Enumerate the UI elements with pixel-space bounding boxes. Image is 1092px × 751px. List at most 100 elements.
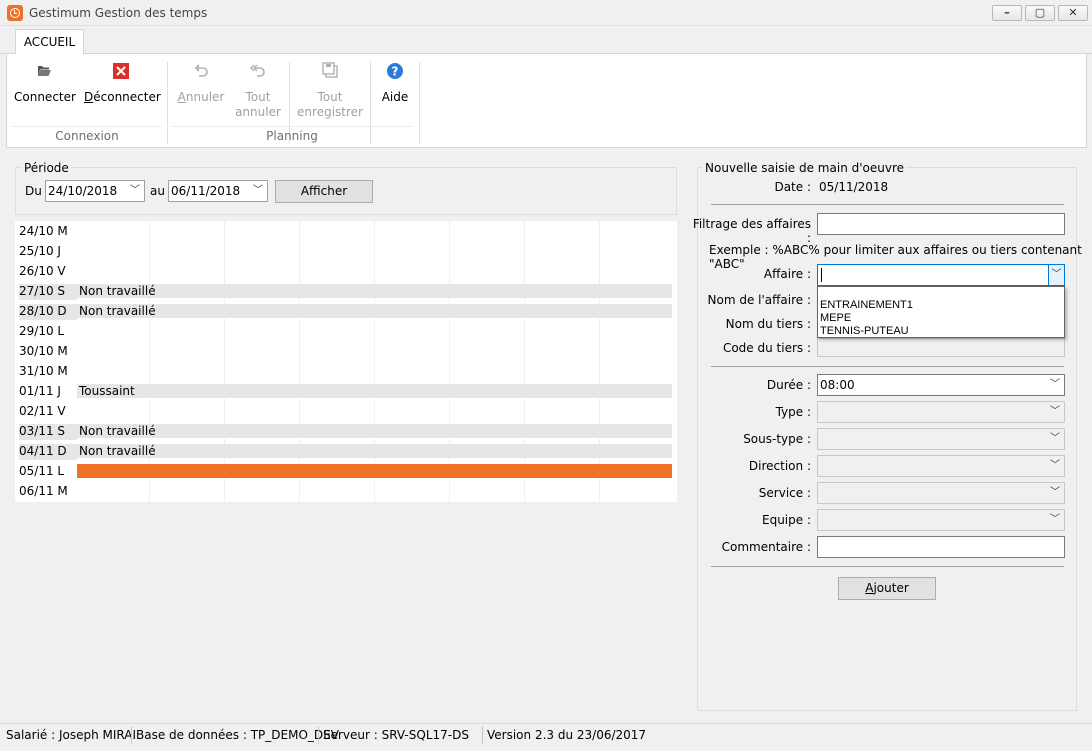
grid-row[interactable]: 06/11 M (15, 481, 677, 501)
type-label: Type : (775, 405, 811, 419)
code-tiers-label: Code du tiers : (722, 341, 811, 355)
group-label-connexion: Connexion (55, 129, 119, 143)
grid-row[interactable]: 27/10 S Non travaillé (15, 281, 677, 301)
commentaire-input[interactable] (817, 536, 1065, 558)
direction-select[interactable]: ﹀ (817, 455, 1065, 477)
aide-label: Aide (381, 90, 409, 104)
grid-row[interactable]: 30/10 M (15, 341, 677, 361)
tab-accueil[interactable]: ACCUEIL (15, 29, 84, 55)
chevron-down-icon[interactable]: ﹀ (1050, 456, 1060, 476)
folder-open-icon (35, 62, 53, 80)
grid-row[interactable]: 31/10 M (15, 361, 677, 381)
group-line-planning (172, 126, 412, 127)
separator (711, 366, 1064, 367)
service-label: Service : (758, 486, 811, 500)
row-date: 06/11 M (19, 484, 68, 498)
ajouter-button[interactable]: Ajouter (838, 577, 936, 600)
row-date: 27/10 S (19, 284, 77, 300)
status-separator (131, 726, 132, 744)
duree-select[interactable]: 08:00 ﹀ (817, 374, 1065, 396)
chevron-down-icon[interactable]: ﹀ (253, 181, 263, 201)
chevron-down-icon[interactable]: ﹀ (1050, 375, 1060, 395)
minimize-icon: – (1004, 6, 1010, 19)
afficher-button[interactable]: Afficher (275, 180, 373, 203)
ribbon-panel (6, 54, 1087, 148)
du-date-value: 24/10/2018 (48, 184, 118, 198)
soustype-select[interactable]: ﹀ (817, 428, 1065, 450)
nom-tiers-label: Nom du tiers : (725, 317, 811, 331)
connecter-button[interactable]: Connecter (14, 62, 76, 105)
equipe-select[interactable]: ﹀ (817, 509, 1065, 531)
au-date-value: 06/11/2018 (171, 184, 241, 198)
non-travaille-bar: Non travaillé (77, 304, 672, 318)
du-date-picker[interactable]: 24/10/2018 ﹀ (45, 180, 145, 202)
annuler-label: Annuler (177, 90, 225, 104)
affaire-option[interactable]: TENNIS-PUTEAU (820, 325, 909, 338)
tout-annuler-button[interactable]: Tout annuler (233, 62, 283, 120)
minimize-button[interactable]: – (992, 5, 1022, 21)
close-button[interactable]: ✕ (1058, 5, 1088, 21)
grid-row[interactable]: 02/11 V (15, 401, 677, 421)
holiday-bar: Toussaint (77, 384, 672, 398)
grid-row[interactable]: 25/10 J (15, 241, 677, 261)
chevron-down-icon[interactable]: ﹀ (1048, 265, 1064, 285)
close-icon: ✕ (1068, 6, 1078, 19)
non-travaille-bar: Non travaillé (77, 444, 672, 458)
non-travaille-bar: Non travaillé (77, 284, 672, 298)
chevron-down-icon[interactable]: ﹀ (1050, 483, 1060, 503)
equipe-label: Equipe : (762, 513, 811, 527)
group-separator (167, 62, 168, 144)
group-label-planning: Planning (266, 129, 318, 143)
grid-row[interactable]: 24/10 M (15, 221, 677, 241)
affaire-dropdown-list[interactable]: ENTRAINEMENT1 MEPE TENNIS-PUTEAU (817, 286, 1065, 338)
row-date: 29/10 L (19, 324, 65, 338)
au-date-picker[interactable]: 06/11/2018 ﹀ (168, 180, 268, 202)
type-select[interactable]: ﹀ (817, 401, 1065, 423)
row-date: 24/10 M (19, 224, 68, 238)
group-separator (370, 62, 371, 144)
grid-row[interactable]: 01/11 J Toussaint (15, 381, 677, 401)
chevron-down-icon[interactable]: ﹀ (1050, 510, 1060, 530)
separator (711, 204, 1064, 205)
tout-enregistrer-label-2: enregistrer (297, 105, 363, 119)
chevron-down-icon[interactable]: ﹀ (1050, 402, 1060, 422)
aide-button[interactable]: ? Aide (378, 62, 412, 105)
affaire-option[interactable]: MEPE (820, 312, 851, 325)
filtrage-input[interactable] (817, 213, 1065, 235)
window-title: Gestimum Gestion des temps (29, 6, 208, 20)
tout-enregistrer-button[interactable]: Tout enregistrer (295, 62, 365, 120)
status-version: Version 2.3 du 23/06/2017 (487, 728, 647, 742)
planning-grid[interactable]: 24/10 M 25/10 J 26/10 V 27/10 S Non trava… (15, 221, 677, 502)
row-date: 05/11 L (19, 464, 65, 478)
affaire-combobox[interactable]: ﹀ (817, 264, 1065, 286)
deconnecter-label: Déconnecter (84, 90, 161, 104)
selected-day-bar[interactable] (77, 464, 672, 478)
row-date: 26/10 V (19, 264, 66, 278)
grid-row[interactable]: 26/10 V (15, 261, 677, 281)
group-line-connexion (12, 126, 162, 127)
status-base: Base de données : TP_DEMO_DEV (136, 728, 339, 742)
affaire-option[interactable]: ENTRAINEMENT1 (820, 299, 913, 312)
grid-row[interactable]: 04/11 D Non travaillé (15, 441, 677, 461)
du-label: Du (25, 184, 42, 198)
date-label: Date : (774, 180, 811, 194)
duree-value: 08:00 (820, 378, 855, 392)
maximize-button[interactable]: ▢ (1025, 5, 1055, 21)
row-date: 25/10 J (19, 244, 61, 258)
grid-row[interactable]: 05/11 L (15, 461, 677, 481)
status-salarie: Salarié : Joseph MIRAI (6, 728, 137, 742)
grid-row[interactable]: 29/10 L (15, 321, 677, 341)
service-select[interactable]: ﹀ (817, 482, 1065, 504)
row-date: 03/11 S (19, 424, 77, 440)
grid-row[interactable]: 28/10 D Non travaillé (15, 301, 677, 321)
row-date: 04/11 D (19, 444, 77, 460)
chevron-down-icon[interactable]: ﹀ (130, 181, 140, 201)
chevron-down-icon[interactable]: ﹀ (1050, 429, 1060, 449)
undo-all-icon (249, 62, 267, 80)
grid-row[interactable]: 03/11 S Non travaillé (15, 421, 677, 441)
tout-annuler-label-1: Tout (245, 90, 271, 104)
status-separator (482, 726, 483, 744)
tout-annuler-label-2: annuler (235, 105, 281, 119)
deconnecter-button[interactable]: Déconnecter (84, 62, 161, 105)
annuler-button[interactable]: Annuler (175, 62, 227, 105)
